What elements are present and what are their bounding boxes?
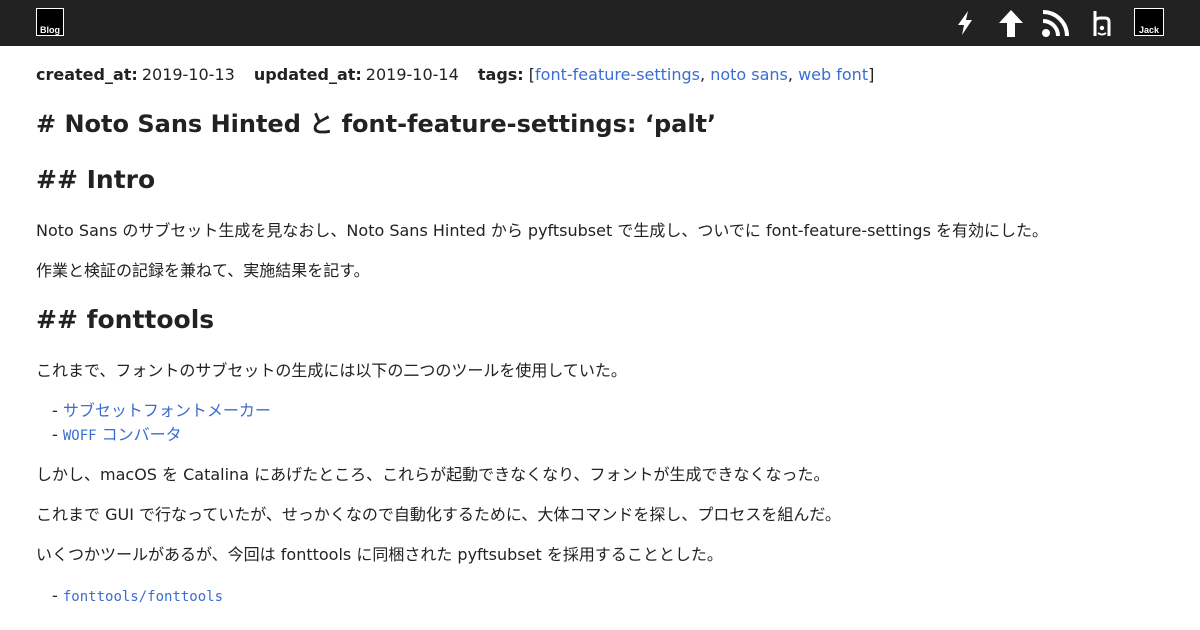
fonttools-paragraph-1: これまで、フォントのサブセットの生成には以下の二つのツールを使用していた。 bbox=[36, 361, 627, 380]
fonttools-paragraph-3: これまで GUI で行なっていたが、せっかくなので自動化するために、大体コマンド… bbox=[36, 505, 841, 524]
woff-converter-link[interactable]: WOFF コンバータ bbox=[63, 425, 182, 444]
list-dash: - bbox=[52, 586, 58, 605]
intro-paragraph-2: 作業と検証の記録を兼ねて、実施結果を記す。 bbox=[36, 261, 370, 280]
woff-code-text: WOFF bbox=[62, 428, 97, 444]
tag-link-noto-sans[interactable]: noto sans bbox=[710, 65, 788, 84]
top-bar: Blog Jack bbox=[0, 0, 1200, 46]
fonttools-paragraph-4: いくつかツールがあるが、今回は fonttools に同梱された pyftsub… bbox=[36, 545, 723, 564]
fonttools-heading: ## fonttools bbox=[36, 305, 215, 334]
rss-icon[interactable] bbox=[1040, 7, 1072, 39]
tags-label: tags: bbox=[477, 65, 524, 84]
converter-text: コンバータ bbox=[96, 425, 182, 444]
fonttools-paragraph-2: しかし、macOS を Catalina にあげたところ、これらが起動できなくな… bbox=[36, 465, 830, 484]
amp-icon[interactable] bbox=[949, 7, 981, 39]
jack-profile-button[interactable]: Jack bbox=[1134, 8, 1164, 36]
fonttools-repo-link[interactable]: fonttools/fonttools bbox=[63, 589, 223, 605]
list-dash: - bbox=[52, 425, 58, 444]
article-title: # Noto Sans Hinted と font-feature-settin… bbox=[36, 110, 717, 138]
updated-date: 2019-10-14 bbox=[365, 65, 459, 84]
tag-separator: , bbox=[787, 65, 793, 84]
subset-font-maker-link[interactable]: サブセットフォントメーカー bbox=[63, 401, 271, 420]
tag-link-font-feature-settings[interactable]: font-feature-settings bbox=[535, 65, 700, 84]
post-meta: created_at: 2019-10-13 updated_at: 2019-10… bbox=[36, 64, 874, 86]
created-label: created_at: bbox=[36, 65, 138, 84]
updated-label: updated_at: bbox=[253, 65, 362, 84]
blog-logo-button[interactable]: Blog bbox=[36, 8, 64, 36]
list-item: - サブセットフォントメーカー bbox=[52, 400, 271, 422]
arrow-up-icon[interactable] bbox=[995, 7, 1027, 39]
created-date: 2019-10-13 bbox=[141, 65, 235, 84]
list-item: - fonttools/fonttools bbox=[52, 585, 223, 608]
list-item: - WOFF コンバータ bbox=[52, 424, 182, 447]
intro-heading: ## Intro bbox=[36, 165, 156, 194]
tags-close-bracket: ] bbox=[868, 65, 875, 84]
tag-link-web-font[interactable]: web font bbox=[798, 65, 868, 84]
hatena-icon[interactable] bbox=[1087, 7, 1119, 39]
intro-paragraph-1: Noto Sans のサブセット生成を見なおし、Noto Sans Hinted… bbox=[36, 221, 1048, 240]
list-dash: - bbox=[52, 401, 58, 420]
tag-separator: , bbox=[700, 65, 706, 84]
